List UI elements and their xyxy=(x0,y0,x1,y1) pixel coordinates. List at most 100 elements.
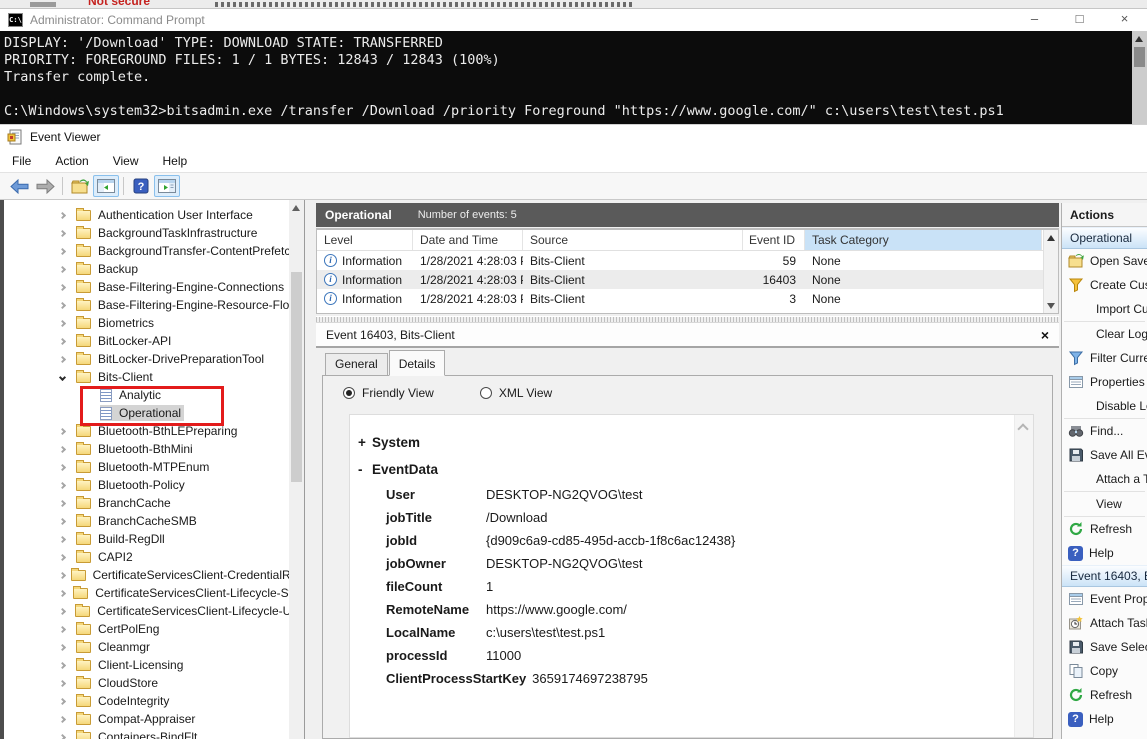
tree-item[interactable]: Biometrics xyxy=(4,314,304,332)
scroll-up-icon[interactable] xyxy=(292,205,300,211)
tree-item[interactable]: Backup xyxy=(4,260,304,278)
tree-item[interactable]: Bluetooth-Policy xyxy=(4,476,304,494)
chevron-right-icon[interactable] xyxy=(59,229,66,236)
actions-section-operational[interactable]: Operational xyxy=(1062,227,1147,249)
show-hide-console-tree-button[interactable] xyxy=(93,175,119,197)
chevron-right-icon[interactable] xyxy=(59,535,66,542)
maximize-button[interactable]: □ xyxy=(1057,9,1102,31)
action-help-event[interactable]: ? Help xyxy=(1062,707,1147,731)
chevron-right-icon[interactable] xyxy=(59,715,66,722)
tree-item[interactable]: BitLocker-DrivePreparationTool xyxy=(4,350,304,368)
horizontal-splitter[interactable] xyxy=(316,316,1059,323)
action-save-all-events[interactable]: Save All Events As... xyxy=(1062,443,1147,467)
tree-item[interactable]: CertificateServicesClient-CredentialRoa xyxy=(4,566,304,584)
table-scrollbar[interactable] xyxy=(1043,230,1058,313)
tree-item-bits-client[interactable]: Bits-Client xyxy=(4,368,304,386)
action-create-custom-view[interactable]: Create Custom View... xyxy=(1062,273,1147,297)
chevron-right-icon[interactable] xyxy=(59,445,66,452)
tab-general[interactable]: General xyxy=(325,353,388,376)
chevron-right-icon[interactable] xyxy=(59,661,66,668)
tree-item[interactable]: BackgroundTransfer-ContentPrefetche xyxy=(4,242,304,260)
scroll-down-icon[interactable] xyxy=(1047,303,1055,309)
help-button[interactable]: ? xyxy=(128,175,154,197)
scrollbar-thumb[interactable] xyxy=(291,272,302,482)
chevron-right-icon[interactable] xyxy=(59,283,66,290)
tree-item[interactable]: CertPolEng xyxy=(4,620,304,638)
chevron-right-icon[interactable] xyxy=(59,607,66,614)
scroll-up-icon[interactable] xyxy=(1047,235,1055,241)
menu-help[interactable]: Help xyxy=(151,154,200,168)
tree-item[interactable]: Base-Filtering-Engine-Resource-Flows xyxy=(4,296,304,314)
action-view-menu[interactable]: View xyxy=(1062,492,1147,516)
chevron-right-icon[interactable] xyxy=(59,517,66,524)
tree-item[interactable]: BitLocker-API xyxy=(4,332,304,350)
chevron-right-icon[interactable] xyxy=(59,337,66,344)
tree-item[interactable]: Authentication User Interface xyxy=(4,206,304,224)
tree-item[interactable]: BranchCacheSMB xyxy=(4,512,304,530)
table-row[interactable]: iInformation 1/28/2021 4:28:03 PM Bits-C… xyxy=(317,251,1058,270)
tree-item[interactable]: CloudStore xyxy=(4,674,304,692)
console-scrollbar[interactable] xyxy=(1132,31,1147,124)
chevron-right-icon[interactable] xyxy=(59,733,66,739)
action-copy[interactable]: Copy xyxy=(1062,659,1147,683)
column-header-date-time[interactable]: Date and Time xyxy=(413,230,523,250)
system-node[interactable]: + System xyxy=(358,429,1003,456)
chevron-right-icon[interactable] xyxy=(59,571,66,578)
radio-selected-icon[interactable] xyxy=(343,387,355,399)
menu-file[interactable]: File xyxy=(0,154,43,168)
tree-item[interactable]: CAPI2 xyxy=(4,548,304,566)
chevron-right-icon[interactable] xyxy=(59,697,66,704)
action-event-properties[interactable]: Event Properties xyxy=(1062,587,1147,611)
collapse-icon[interactable]: - xyxy=(358,462,372,477)
expand-icon[interactable]: + xyxy=(358,435,372,450)
tree-item[interactable]: Bluetooth-BthMini xyxy=(4,440,304,458)
column-header-task-category[interactable]: Task Category xyxy=(805,230,1042,250)
menu-action[interactable]: Action xyxy=(43,154,100,168)
chevron-right-icon[interactable] xyxy=(59,265,66,272)
tree-item[interactable]: CodeIntegrity xyxy=(4,692,304,710)
friendly-view-radio[interactable]: Friendly View xyxy=(343,386,434,400)
chevron-right-icon[interactable] xyxy=(59,679,66,686)
action-filter-current-log[interactable]: Filter Current Log... xyxy=(1062,346,1147,370)
close-button[interactable]: × xyxy=(1102,9,1147,31)
action-save-selected-events[interactable]: Save Selected Events... xyxy=(1062,635,1147,659)
action-open-saved-log[interactable]: Open Saved Log... xyxy=(1062,249,1147,273)
menu-view[interactable]: View xyxy=(101,154,151,168)
chevron-right-icon[interactable] xyxy=(59,481,66,488)
action-disable-log[interactable]: Disable Log xyxy=(1062,394,1147,418)
action-attach-task-to-event[interactable]: Attach Task To This Event... xyxy=(1062,611,1147,635)
tree-item[interactable]: Containers-BindFlt xyxy=(4,728,304,739)
scrollbar-thumb[interactable] xyxy=(1134,47,1145,67)
action-import-custom-view[interactable]: Import Custom View... xyxy=(1062,297,1147,321)
chevron-right-icon[interactable] xyxy=(59,463,66,470)
chevron-right-icon[interactable] xyxy=(59,247,66,254)
tree-item[interactable]: CertificateServicesClient-Lifecycle-Use xyxy=(4,602,304,620)
chevron-right-icon[interactable] xyxy=(59,319,66,326)
eventdata-node[interactable]: - EventData xyxy=(358,456,1003,483)
close-icon[interactable]: × xyxy=(1041,327,1049,343)
action-help[interactable]: ? Help xyxy=(1062,541,1147,565)
forward-button[interactable] xyxy=(32,175,58,197)
tree-item[interactable]: BackgroundTaskInfrastructure xyxy=(4,224,304,242)
tree-item[interactable]: Compat-Appraiser xyxy=(4,710,304,728)
xml-view-radio[interactable]: XML View xyxy=(480,386,552,400)
tree-item[interactable]: Client-Licensing xyxy=(4,656,304,674)
table-row-selected[interactable]: iInformation 1/28/2021 4:28:03 PM Bits-C… xyxy=(317,270,1058,289)
tree-item[interactable]: Base-Filtering-Engine-Connections xyxy=(4,278,304,296)
event-viewer-titlebar[interactable]: Event Viewer xyxy=(0,124,1147,149)
chevron-right-icon[interactable] xyxy=(59,211,66,218)
action-find[interactable]: Find... xyxy=(1062,419,1147,443)
back-button[interactable] xyxy=(6,175,32,197)
actions-section-event[interactable]: Event 16403, Bits-Client xyxy=(1062,565,1147,587)
tree-item[interactable]: Build-RegDll xyxy=(4,530,304,548)
minimize-button[interactable]: – xyxy=(1012,9,1057,31)
show-hide-action-pane-button[interactable] xyxy=(154,175,180,197)
chevron-right-icon[interactable] xyxy=(59,499,66,506)
column-header-event-id[interactable]: Event ID xyxy=(743,230,805,250)
tree-scrollbar[interactable] xyxy=(289,200,304,739)
friendly-view-scrollbar[interactable] xyxy=(1014,415,1033,737)
tree-item[interactable]: Bluetooth-MTPEnum xyxy=(4,458,304,476)
chevron-down-icon[interactable] xyxy=(59,373,66,380)
scroll-up-icon[interactable] xyxy=(1135,36,1143,42)
scroll-up-icon[interactable] xyxy=(1017,423,1028,434)
